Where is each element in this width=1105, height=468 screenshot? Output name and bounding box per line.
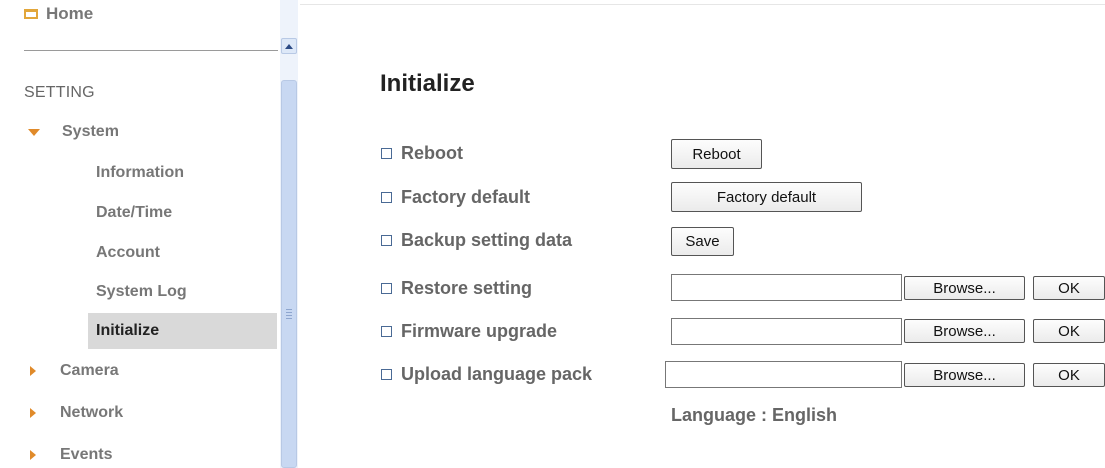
scroll-up-button[interactable]	[281, 38, 297, 54]
nav-group-events[interactable]: Events	[24, 446, 112, 464]
row-label-text: Backup setting data	[401, 230, 573, 250]
language-pack-ok-button[interactable]: OK	[1033, 363, 1105, 387]
factory-default-row-label: Factory default	[381, 187, 530, 208]
row-label-text: Firmware upgrade	[401, 321, 558, 341]
app-window: Home SETTING System Information Date/Tim…	[0, 0, 1105, 468]
sidebar-item-label: System Log	[96, 283, 187, 300]
setting-heading: SETTING	[24, 84, 95, 101]
nav-group-label: Events	[60, 446, 113, 463]
factory-default-button[interactable]: Factory default	[671, 182, 862, 212]
restore-row-label: Restore setting	[381, 278, 532, 299]
bullet-square-icon	[381, 148, 392, 159]
bullet-square-icon	[381, 235, 392, 246]
sidebar-item-label: Initialize	[96, 322, 160, 339]
sidebar-item-label: Information	[96, 164, 184, 181]
language-pack-file-input[interactable]	[665, 361, 902, 388]
sidebar-item-datetime[interactable]: Date/Time	[88, 195, 277, 231]
language-status: Language : English	[671, 405, 838, 425]
collapsed-triangle-icon	[30, 366, 36, 376]
home-icon	[24, 9, 38, 19]
divider	[24, 50, 278, 51]
page-title: Initialize	[380, 70, 475, 97]
reboot-row-label: Reboot	[381, 143, 463, 164]
nav-group-system[interactable]: System	[24, 123, 119, 141]
bullet-square-icon	[381, 283, 392, 294]
row-label-text: Upload language pack	[401, 364, 593, 384]
row-label-text: Reboot	[401, 143, 463, 163]
save-button[interactable]: Save	[671, 227, 734, 256]
collapsed-triangle-icon	[30, 450, 36, 460]
collapsed-triangle-icon	[30, 408, 36, 418]
nav-group-camera[interactable]: Camera	[24, 362, 119, 380]
restore-browse-button[interactable]: Browse...	[904, 276, 1025, 300]
top-divider	[300, 4, 1105, 5]
nav-group-label: Camera	[60, 362, 119, 379]
nav-group-label: System	[62, 123, 119, 140]
firmware-ok-button[interactable]: OK	[1033, 319, 1105, 343]
firmware-file-input[interactable]	[671, 318, 902, 345]
home-link[interactable]: Home	[24, 4, 93, 24]
bullet-square-icon	[381, 369, 392, 380]
sidebar-item-information[interactable]: Information	[88, 155, 277, 191]
grip-line	[286, 312, 292, 313]
bullet-square-icon	[381, 192, 392, 203]
sidebar: Home SETTING System Information Date/Tim…	[0, 0, 300, 468]
sidebar-item-initialize[interactable]: Initialize	[88, 313, 277, 349]
firmware-browse-button[interactable]: Browse...	[904, 319, 1025, 343]
grip-line	[286, 309, 292, 310]
expanded-triangle-icon	[28, 128, 40, 136]
grip-line	[286, 315, 292, 316]
home-label: Home	[46, 4, 94, 23]
nav-group-network[interactable]: Network	[24, 404, 123, 422]
row-label-text: Factory default	[401, 187, 531, 207]
backup-row-label: Backup setting data	[381, 230, 572, 251]
sidebar-scrollbar[interactable]	[280, 0, 298, 468]
sidebar-item-system-log[interactable]: System Log	[88, 274, 277, 310]
restore-file-input[interactable]	[671, 274, 902, 301]
language-pack-row-label: Upload language pack	[381, 364, 592, 385]
language-pack-browse-button[interactable]: Browse...	[904, 363, 1025, 387]
grip-line	[286, 318, 292, 319]
chevron-up-icon	[285, 43, 293, 49]
sidebar-item-label: Account	[96, 244, 160, 261]
sidebar-item-label: Date/Time	[96, 204, 173, 221]
restore-ok-button[interactable]: OK	[1033, 276, 1105, 300]
scroll-thumb[interactable]	[281, 80, 297, 468]
bullet-square-icon	[381, 326, 392, 337]
nav-group-label: Network	[60, 404, 124, 421]
row-label-text: Restore setting	[401, 278, 533, 298]
sidebar-item-account[interactable]: Account	[88, 235, 277, 271]
firmware-row-label: Firmware upgrade	[381, 321, 557, 342]
reboot-button[interactable]: Reboot	[671, 139, 762, 169]
